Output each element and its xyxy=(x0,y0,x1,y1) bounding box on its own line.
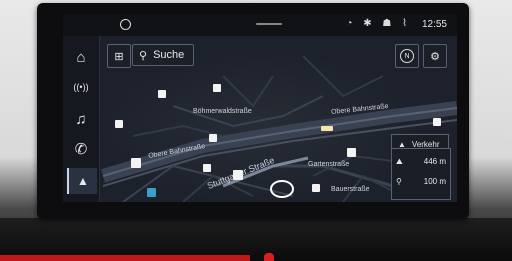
ambient-light-strip xyxy=(0,255,250,261)
car-logo-icon xyxy=(120,19,131,30)
settings-button[interactable]: ⚙ xyxy=(423,44,447,68)
poi-marker[interactable] xyxy=(433,118,441,126)
poi-marker[interactable] xyxy=(203,164,211,172)
poi-marker[interactable] xyxy=(158,90,166,98)
poi-marker[interactable] xyxy=(347,148,356,157)
distance-value: 446 m xyxy=(423,157,446,166)
infotainment-screen: ◔ ✱ ☗ ⌇ 12:55 Böhmerwaldstraße Obere Bah… xyxy=(63,14,457,202)
home-indicator[interactable] xyxy=(256,23,282,25)
grid-icon: ⊞ xyxy=(114,50,124,63)
apps-grid-button[interactable]: ⊞ xyxy=(107,44,131,68)
search-label: Suche xyxy=(153,49,185,61)
hazard-button xyxy=(264,253,274,261)
street-label: Bauerstraße xyxy=(331,186,370,193)
sidebar: ⌂ ((•)) ♫ ✆ ▲ xyxy=(63,36,100,202)
music-icon[interactable]: ♫ xyxy=(67,106,95,132)
home-icon[interactable]: ⌂ xyxy=(67,44,95,70)
navigation-icon[interactable]: ▲ xyxy=(67,168,97,194)
zoom-scale: 100 m xyxy=(423,177,446,186)
distance-icon: ⛰ xyxy=(396,157,403,166)
clock: 12:55 xyxy=(421,19,447,30)
poi-marker[interactable] xyxy=(131,158,141,168)
street-label: Gartenstraße xyxy=(308,161,350,168)
poi-marker[interactable] xyxy=(312,184,320,192)
route-info-panel: ⛰ 446 m ⚲ 100 m xyxy=(391,148,451,200)
poi-marker[interactable] xyxy=(209,134,217,142)
traffic-marker[interactable] xyxy=(321,126,333,131)
poi-marker[interactable] xyxy=(147,188,156,197)
search-button[interactable]: ⚲ Suche xyxy=(132,44,194,66)
poi-marker[interactable] xyxy=(115,120,123,128)
poi-marker[interactable] xyxy=(213,84,221,92)
radio-icon[interactable]: ((•)) xyxy=(67,74,95,100)
status-icons: ◔ ✱ ☗ ⌇ xyxy=(346,18,411,29)
gear-icon: ⚙ xyxy=(430,50,440,63)
compass-icon: N xyxy=(400,49,414,63)
street-label: Böhmerwaldstraße xyxy=(193,108,252,115)
status-bar: ◔ ✱ ☗ ⌇ 12:55 xyxy=(63,14,457,36)
poi-marker[interactable] xyxy=(233,170,243,180)
search-icon: ⚲ xyxy=(139,49,148,62)
zoom-icon[interactable]: ⚲ xyxy=(396,177,402,186)
compass-button[interactable]: N xyxy=(395,44,419,68)
phone-icon[interactable]: ✆ xyxy=(67,136,95,162)
vehicle-position-icon xyxy=(270,180,294,198)
